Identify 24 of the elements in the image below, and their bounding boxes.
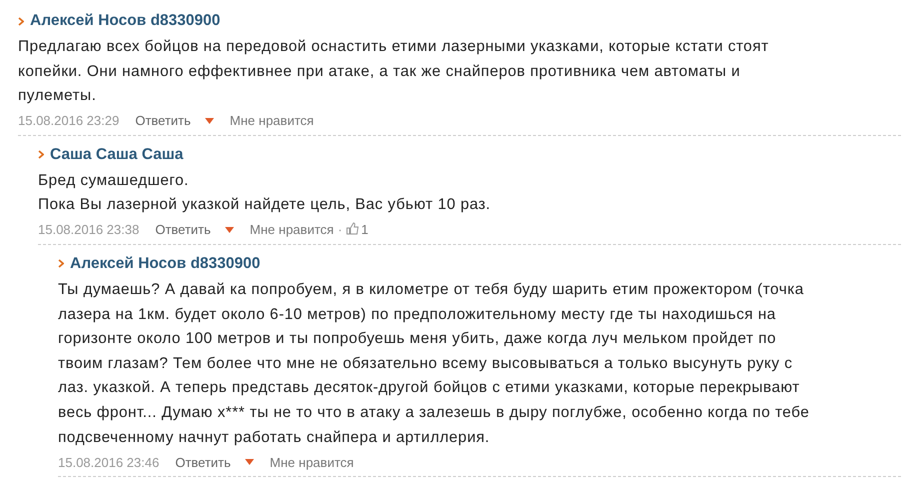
author-name[interactable]: Алексей Носов d8330900 — [70, 254, 260, 273]
comment-date: 15.08.2016 23:29 — [18, 113, 120, 128]
chevron-icon — [18, 16, 24, 26]
like-count: 1 — [361, 222, 368, 238]
chevron-icon — [58, 259, 64, 268]
like-link[interactable]: Мне нравится — [270, 454, 354, 470]
dropdown-icon[interactable] — [204, 118, 214, 124]
author-name[interactable]: Алексей Носов d8330900 — [30, 12, 220, 30]
comment-text: Бред сумашедшего. Пока Вы лазерной указкой найдете цель, Вас убьют 10 раз. — [38, 170, 492, 216]
dropdown-icon[interactable] — [224, 226, 234, 233]
reply-link[interactable]: Ответить — [135, 113, 191, 128]
comment-date: 15.08.2016 23:38 — [38, 222, 140, 238]
like-link[interactable]: Мне нравится — [250, 222, 334, 238]
chevron-icon — [38, 150, 44, 160]
comment-text: Ты думаешь? А давай ка попробуем, я в километре от тебя буду шарить етим прожектором (точка лазера на 1км. будет около 6-10 метров) по предположительному месту где ты находишься на горизонте около 100 метров и ты попробуешь меня убить, даже когда луч мельком пройдет по твоим глазам? Тем более что мне не обязательно всему высовываться а только высунуть руку с лаз. указкой. А теперь представь десяток-другой бойцов с етими указками, которые перекрывают весь фронт... Думаю х*** ты не то что в атаку а залезешь в дыру поглубже, особенно когда по тебе подсвеченному начнут работать снайпера и артиллерия. — [58, 280, 810, 448]
comment-date: 15.08.2016 23:46 — [58, 454, 160, 470]
reply-link[interactable]: Ответить — [175, 454, 231, 470]
thumbs-up-icon[interactable] — [346, 222, 360, 236]
comment-text: Предлагаю всех бойцов на передовой оснастить етими лазерными указками, которые кстати стоят копейки. Они намного еффективнее при атаке, а так же снайперов противника чем автоматы и пулеметы. — [18, 37, 770, 106]
separator-dot: · — [338, 222, 342, 238]
dropdown-icon[interactable] — [244, 459, 254, 466]
reply-link[interactable]: Ответить — [155, 222, 211, 238]
like-link[interactable]: Мне нравится — [230, 113, 314, 128]
author-name[interactable]: Саша Саша Саша — [50, 146, 184, 164]
